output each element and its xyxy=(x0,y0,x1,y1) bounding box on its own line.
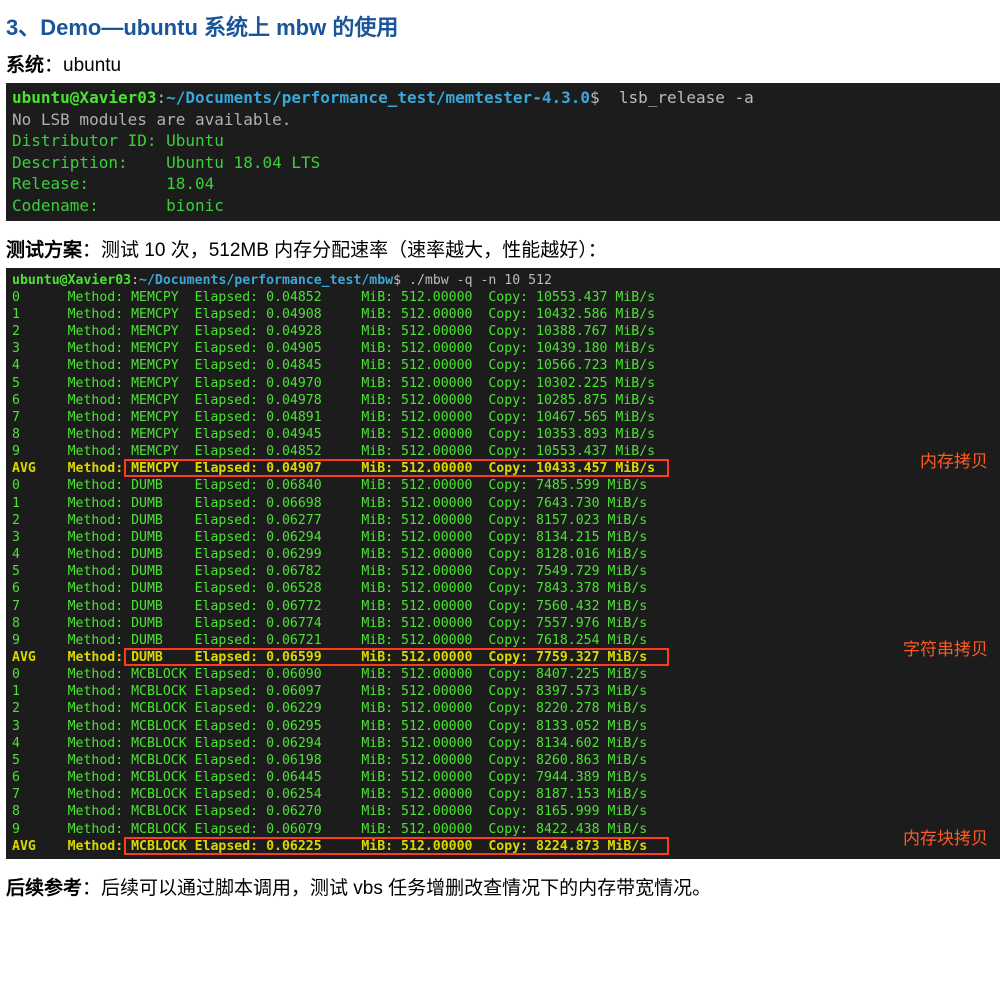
mbw-row: AVG Method: MEMCPY Elapsed: 0.04907 MiB:… xyxy=(12,461,655,476)
mbw-row: 5 Method: MCBLOCK Elapsed: 0.06198 MiB: … xyxy=(12,753,647,768)
mbw-row: AVG Method: DUMB Elapsed: 0.06599 MiB: 5… xyxy=(12,650,647,665)
mbw-row: 0 Method: MCBLOCK Elapsed: 0.06090 MiB: … xyxy=(12,667,647,682)
mbw-row: 7 Method: MEMCPY Elapsed: 0.04891 MiB: 5… xyxy=(12,410,655,425)
mbw-row: 5 Method: MEMCPY Elapsed: 0.04970 MiB: 5… xyxy=(12,376,655,391)
mbw-row: 9 Method: DUMB Elapsed: 0.06721 MiB: 512… xyxy=(12,633,647,648)
terminal-output-lsb: ubuntu@Xavier03:~/Documents/performance_… xyxy=(6,83,1000,221)
mbw-row: 3 Method: MEMCPY Elapsed: 0.04905 MiB: 5… xyxy=(12,341,655,356)
mbw-row: 5 Method: DUMB Elapsed: 0.06782 MiB: 512… xyxy=(12,564,647,579)
mbw-row: 8 Method: MCBLOCK Elapsed: 0.06270 MiB: … xyxy=(12,804,647,819)
mbw-row: 0 Method: MEMCPY Elapsed: 0.04852 MiB: 5… xyxy=(12,290,655,305)
mbw-row: 2 Method: MEMCPY Elapsed: 0.04928 MiB: 5… xyxy=(12,324,655,339)
mbw-row: 3 Method: MCBLOCK Elapsed: 0.06295 MiB: … xyxy=(12,719,647,734)
plan-value: ：测试 10 次，512MB 内存分配速率（速率越大，性能越好）： xyxy=(82,240,607,261)
followup-line: 后续参考：后续可以通过脚本调用，测试 vbs 任务增删改查情况下的内存带宽情况。 xyxy=(6,873,1000,900)
mbw-row: 6 Method: MEMCPY Elapsed: 0.04978 MiB: 5… xyxy=(12,393,655,408)
mbw-row: 7 Method: MCBLOCK Elapsed: 0.06254 MiB: … xyxy=(12,787,647,802)
mbw-row: 3 Method: DUMB Elapsed: 0.06294 MiB: 512… xyxy=(12,530,647,545)
followup-label: 后续参考 xyxy=(6,878,82,899)
mbw-row: 2 Method: MCBLOCK Elapsed: 0.06229 MiB: … xyxy=(12,701,647,716)
followup-value: ：后续可以通过脚本调用，测试 vbs 任务增删改查情况下的内存带宽情况。 xyxy=(82,878,711,899)
mbw-row: 8 Method: MEMCPY Elapsed: 0.04945 MiB: 5… xyxy=(12,427,655,442)
plan-line: 测试方案：测试 10 次，512MB 内存分配速率（速率越大，性能越好）： xyxy=(6,235,1000,262)
mbw-row: 1 Method: DUMB Elapsed: 0.06698 MiB: 512… xyxy=(12,496,647,511)
mbw-row: 4 Method: MCBLOCK Elapsed: 0.06294 MiB: … xyxy=(12,736,647,751)
section-heading: 3、Demo—ubuntu 系统上 mbw 的使用 xyxy=(6,10,1000,42)
system-value: ：ubuntu xyxy=(44,55,121,76)
annotation-memcpy: 内存拷贝 xyxy=(920,451,988,473)
mbw-row: 6 Method: DUMB Elapsed: 0.06528 MiB: 512… xyxy=(12,581,647,596)
terminal-output-mbw: ubuntu@Xavier03:~/Documents/performance_… xyxy=(6,268,1000,859)
annotation-mcblock: 内存块拷贝 xyxy=(903,828,988,850)
mbw-row: 1 Method: MEMCPY Elapsed: 0.04908 MiB: 5… xyxy=(12,307,655,322)
mbw-row: AVG Method: MCBLOCK Elapsed: 0.06225 MiB… xyxy=(12,839,647,854)
mbw-row: 4 Method: DUMB Elapsed: 0.06299 MiB: 512… xyxy=(12,547,647,562)
mbw-row: 9 Method: MCBLOCK Elapsed: 0.06079 MiB: … xyxy=(12,822,647,837)
mbw-row: 8 Method: DUMB Elapsed: 0.06774 MiB: 512… xyxy=(12,616,647,631)
plan-label: 测试方案 xyxy=(6,240,82,261)
mbw-row: 2 Method: DUMB Elapsed: 0.06277 MiB: 512… xyxy=(12,513,647,528)
mbw-row: 6 Method: MCBLOCK Elapsed: 0.06445 MiB: … xyxy=(12,770,647,785)
system-line: 系统：ubuntu xyxy=(6,50,1000,77)
mbw-row: 4 Method: MEMCPY Elapsed: 0.04845 MiB: 5… xyxy=(12,358,655,373)
mbw-row: 7 Method: DUMB Elapsed: 0.06772 MiB: 512… xyxy=(12,599,647,614)
annotation-dumb: 字符串拷贝 xyxy=(903,639,988,661)
mbw-row: 9 Method: MEMCPY Elapsed: 0.04852 MiB: 5… xyxy=(12,444,655,459)
mbw-row: 1 Method: MCBLOCK Elapsed: 0.06097 MiB: … xyxy=(12,684,647,699)
system-label: 系统 xyxy=(6,55,44,76)
mbw-row: 0 Method: DUMB Elapsed: 0.06840 MiB: 512… xyxy=(12,478,647,493)
